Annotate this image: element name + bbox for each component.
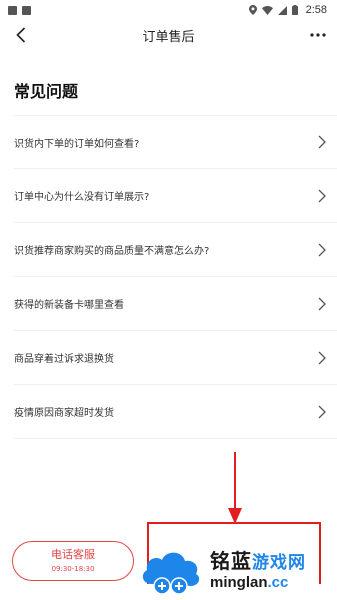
annotation-arrow — [228, 452, 242, 524]
watermark-en-accent: .cc — [267, 574, 289, 591]
status-bar: 2:58 — [0, 0, 337, 20]
faq-item-label: 识货推荐商家购买的商品质量不满意怎么办? — [14, 246, 210, 257]
watermark-cn-accent: 游戏网 — [252, 553, 306, 573]
watermark-cn: 铭蓝游戏网 — [210, 550, 306, 574]
signal-icon — [277, 5, 287, 15]
faq-item[interactable]: 获得的新装备卡哪里查看 — [14, 277, 337, 331]
status-time: 2:58 — [305, 4, 327, 16]
more-dots-icon — [310, 33, 326, 37]
location-icon — [248, 5, 257, 15]
page-title: 订单售后 — [142, 29, 195, 45]
status-bar-right: 2:58 — [248, 4, 327, 16]
battery-icon — [291, 5, 298, 15]
phone-support-label: 电话客服 — [51, 548, 95, 561]
faq-list: 识货内下单的订单如何查看? 订单中心为什么没有订单展示? 识货推荐商家购买的商品… — [14, 115, 337, 439]
cloud-logo-icon — [142, 552, 200, 595]
faq-section-title: 常见问题 — [14, 82, 79, 101]
phone-support-button[interactable]: 电话客服 09:30-18:30 — [12, 541, 134, 581]
chevron-left-icon — [16, 27, 26, 43]
status-bar-left — [8, 5, 31, 15]
watermark-cn-main: 铭蓝 — [210, 549, 252, 573]
faq-item[interactable]: 识货内下单的订单如何查看? — [14, 115, 337, 169]
chevron-right-icon — [317, 351, 327, 365]
faq-item[interactable]: 订单中心为什么没有订单展示? — [14, 169, 337, 223]
watermark-en: minglan.cc — [210, 574, 306, 592]
faq-item-label: 识货内下单的订单如何查看? — [14, 138, 140, 150]
chevron-right-icon — [317, 297, 327, 311]
faq-item-label: 商品穿着过诉求退换货 — [14, 354, 114, 365]
phone-support-hours: 09:30-18:30 — [51, 565, 95, 573]
watermark-logo: 铭蓝游戏网 minglan.cc — [138, 545, 337, 597]
chevron-right-icon — [317, 405, 327, 419]
navigation-bar: 订单售后 — [0, 20, 337, 50]
notification-box-icon — [8, 5, 17, 15]
faq-item-label: 订单中心为什么没有订单展示? — [14, 192, 150, 203]
wifi-icon — [261, 5, 273, 15]
faq-item[interactable]: 识货推荐商家购买的商品质量不满意怎么办? — [14, 223, 337, 277]
watermark-en-main: minglan — [210, 574, 268, 591]
chevron-right-icon — [317, 243, 327, 257]
watermark-text: 铭蓝游戏网 minglan.cc — [210, 550, 306, 592]
back-button[interactable] — [10, 24, 32, 46]
faq-item-label: 获得的新装备卡哪里查看 — [14, 300, 124, 311]
faq-item[interactable]: 商品穿着过诉求退换货 — [14, 331, 337, 385]
faq-item[interactable]: 疫情原因商家超时发货 — [14, 385, 337, 439]
notification-image-icon — [22, 5, 31, 15]
chevron-right-icon — [317, 189, 327, 203]
more-button[interactable] — [305, 24, 331, 46]
chevron-right-icon — [317, 135, 327, 149]
faq-item-label: 疫情原因商家超时发货 — [14, 408, 114, 419]
